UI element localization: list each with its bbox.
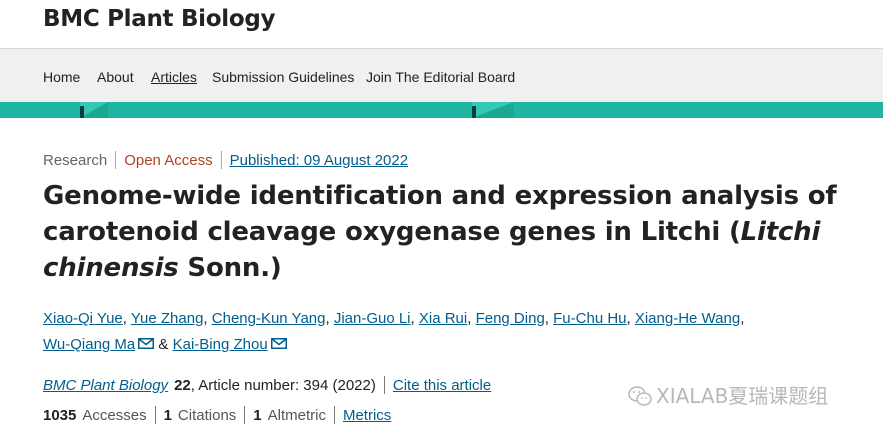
accent-stripe bbox=[0, 102, 883, 118]
divider bbox=[244, 406, 246, 424]
metrics-row: 1035 Accesses 1 Citations 1 Altmetric Metrics bbox=[43, 406, 391, 424]
wechat-icon bbox=[628, 386, 652, 406]
main-nav: Home About Articles Submission Guideline… bbox=[0, 48, 883, 103]
volume: 22 bbox=[174, 377, 191, 394]
title-text: Genome-wide identification and expressio… bbox=[43, 181, 837, 247]
nav-item-about[interactable]: About bbox=[97, 69, 134, 85]
divider bbox=[220, 151, 222, 169]
accesses-label: Accesses bbox=[82, 407, 147, 424]
author-link[interactable]: Xiang-He Wang bbox=[635, 310, 740, 327]
email-icon[interactable] bbox=[270, 338, 287, 349]
author-link[interactable]: Fu-Chu Hu bbox=[553, 310, 626, 327]
article-type: Research bbox=[43, 152, 108, 169]
stripe-decoration bbox=[80, 102, 514, 118]
citation-row: BMC Plant Biology 22, Article number: 394… bbox=[43, 376, 491, 394]
citations-label: Citations bbox=[177, 407, 237, 424]
author-link[interactable]: Yue Zhang bbox=[131, 310, 204, 327]
author-link[interactable]: Cheng-Kun Yang bbox=[212, 310, 326, 327]
citations-count: 1 bbox=[163, 407, 172, 424]
nav-item-join-editorial-board[interactable]: Join The Editorial Board bbox=[366, 69, 515, 85]
altmetric-label: Altmetric bbox=[267, 407, 326, 424]
published-date-link[interactable]: Published: 09 August 2022 bbox=[230, 152, 408, 169]
title-text-end: Sonn.) bbox=[178, 253, 282, 283]
author-link[interactable]: Xiao-Qi Yue bbox=[43, 310, 123, 327]
author-link[interactable]: Feng Ding bbox=[476, 310, 545, 327]
accesses-count: 1035 bbox=[43, 407, 77, 424]
author-link[interactable]: Xia Rui bbox=[419, 310, 467, 327]
author-link[interactable]: Kai-Bing Zhou bbox=[173, 336, 268, 353]
author-list: Xiao-Qi Yue, Yue Zhang, Cheng-Kun Yang, … bbox=[43, 310, 745, 353]
article-title: Genome-wide identification and expressio… bbox=[43, 178, 843, 286]
divider bbox=[115, 151, 117, 169]
divider bbox=[154, 406, 156, 424]
divider bbox=[383, 376, 385, 394]
author-link[interactable]: Wu-Qiang Ma bbox=[43, 336, 135, 353]
cite-article-link[interactable]: Cite this article bbox=[393, 377, 491, 394]
site-header: BMC Plant Biology bbox=[0, 0, 883, 48]
metrics-link[interactable]: Metrics bbox=[343, 407, 391, 424]
article-number: , Article number: 394 (2022) bbox=[190, 377, 376, 394]
altmetric-count: 1 bbox=[253, 407, 262, 424]
watermark-text: XIALAB夏瑞课题组 bbox=[656, 384, 829, 408]
article-meta: Research Open Access Published: 09 August … bbox=[43, 151, 408, 169]
divider bbox=[333, 406, 335, 424]
nav-item-home[interactable]: Home bbox=[43, 69, 80, 85]
nav-item-submission-guidelines[interactable]: Submission Guidelines bbox=[212, 69, 354, 85]
author-link[interactable]: Jian-Guo Li bbox=[334, 310, 411, 327]
journal-link[interactable]: BMC Plant Biology bbox=[43, 377, 168, 394]
email-icon[interactable] bbox=[138, 338, 155, 349]
site-title[interactable]: BMC Plant Biology bbox=[43, 6, 276, 32]
nav-item-articles[interactable]: Articles bbox=[151, 69, 197, 85]
watermark: XIALAB夏瑞课题组 bbox=[628, 380, 828, 409]
open-access-label: Open Access bbox=[124, 152, 213, 169]
